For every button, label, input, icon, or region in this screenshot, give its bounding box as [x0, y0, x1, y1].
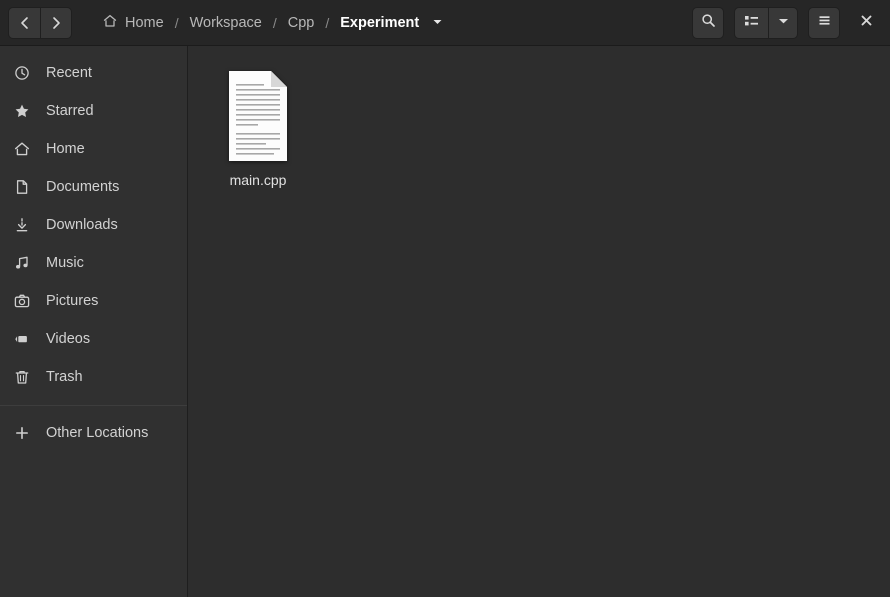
- breadcrumb-item-home[interactable]: Home: [96, 10, 170, 36]
- header-bar: Home / Workspace / Cpp / Experiment: [0, 0, 890, 46]
- forward-button[interactable]: [40, 6, 72, 39]
- sidebar-item-music[interactable]: Music: [0, 244, 187, 282]
- breadcrumb-item-cpp[interactable]: Cpp: [282, 12, 321, 34]
- music-note-icon: [14, 255, 30, 271]
- sidebar-item-documents[interactable]: Documents: [0, 168, 187, 206]
- sidebar-item-label: Pictures: [46, 293, 99, 309]
- sidebar-item-label: Trash: [46, 369, 83, 385]
- breadcrumb-item-experiment[interactable]: Experiment: [334, 12, 449, 34]
- breadcrumb: Home / Workspace / Cpp / Experiment: [96, 10, 692, 36]
- close-button[interactable]: [852, 9, 880, 37]
- view-mode-split-button: [734, 6, 798, 39]
- list-view-icon: [743, 12, 760, 34]
- window-body: Recent Starred Home Documents Downloads …: [0, 46, 890, 597]
- clock-icon: [14, 65, 30, 81]
- sidebar-item-label: Other Locations: [46, 425, 149, 441]
- breadcrumb-separator: /: [325, 14, 330, 31]
- view-mode-button[interactable]: [734, 6, 768, 39]
- search-button[interactable]: [692, 6, 724, 39]
- sidebar-item-videos[interactable]: Videos: [0, 320, 187, 358]
- home-icon: [102, 13, 118, 33]
- sidebar-item-pictures[interactable]: Pictures: [0, 282, 187, 320]
- star-icon: [14, 103, 30, 119]
- sidebar-item-label: Videos: [46, 331, 91, 347]
- home-icon: [14, 141, 30, 157]
- sidebar-item-label: Music: [46, 255, 84, 271]
- breadcrumb-label: Workspace: [189, 14, 262, 31]
- file-grid: main.cpp: [202, 64, 876, 194]
- breadcrumb-label: Experiment: [340, 14, 420, 31]
- sidebar-item-trash[interactable]: Trash: [0, 358, 187, 396]
- sidebar: Recent Starred Home Documents Downloads …: [0, 46, 188, 597]
- breadcrumb-separator: /: [174, 14, 179, 31]
- sidebar-item-label: Home: [46, 141, 85, 157]
- sidebar-item-label: Downloads: [46, 217, 118, 233]
- breadcrumb-label: Home: [125, 14, 164, 31]
- header-actions: [692, 6, 882, 39]
- view-mode-dropdown[interactable]: [768, 6, 798, 39]
- file-grid-area[interactable]: main.cpp: [188, 46, 890, 597]
- chevron-right-icon: [48, 15, 64, 31]
- breadcrumb-separator: /: [272, 14, 277, 31]
- sidebar-item-downloads[interactable]: Downloads: [0, 206, 187, 244]
- sidebar-separator: [0, 405, 187, 406]
- sidebar-item-recent[interactable]: Recent: [0, 54, 187, 92]
- sidebar-item-label: Documents: [46, 179, 120, 195]
- sidebar-item-label: Recent: [46, 65, 92, 81]
- sidebar-item-home[interactable]: Home: [0, 130, 187, 168]
- sidebar-item-starred[interactable]: Starred: [0, 92, 187, 130]
- search-icon: [700, 12, 717, 34]
- file-item[interactable]: main.cpp: [202, 64, 314, 194]
- breadcrumb-label: Cpp: [287, 14, 315, 31]
- hamburger-menu-icon: [816, 12, 833, 34]
- sidebar-item-label: Starred: [46, 103, 94, 119]
- plus-icon: [14, 425, 30, 441]
- menu-button[interactable]: [808, 6, 840, 39]
- trash-icon: [14, 369, 30, 385]
- file-manager-window: Home / Workspace / Cpp / Experiment Rece…: [0, 0, 890, 597]
- file-name-label: main.cpp: [229, 172, 287, 188]
- chevron-left-icon: [17, 15, 33, 31]
- navigation-buttons: [8, 6, 72, 39]
- back-button[interactable]: [8, 6, 40, 39]
- video-camera-icon: [14, 331, 30, 347]
- breadcrumb-item-workspace[interactable]: Workspace: [184, 12, 268, 34]
- chevron-down-icon: [777, 14, 790, 32]
- close-icon: [859, 13, 874, 33]
- download-icon: [14, 217, 30, 233]
- camera-icon: [14, 293, 30, 309]
- chevron-down-icon: [432, 15, 443, 31]
- document-icon: [14, 179, 30, 195]
- text-document-icon: [227, 70, 289, 162]
- sidebar-item-other-locations[interactable]: Other Locations: [0, 414, 187, 452]
